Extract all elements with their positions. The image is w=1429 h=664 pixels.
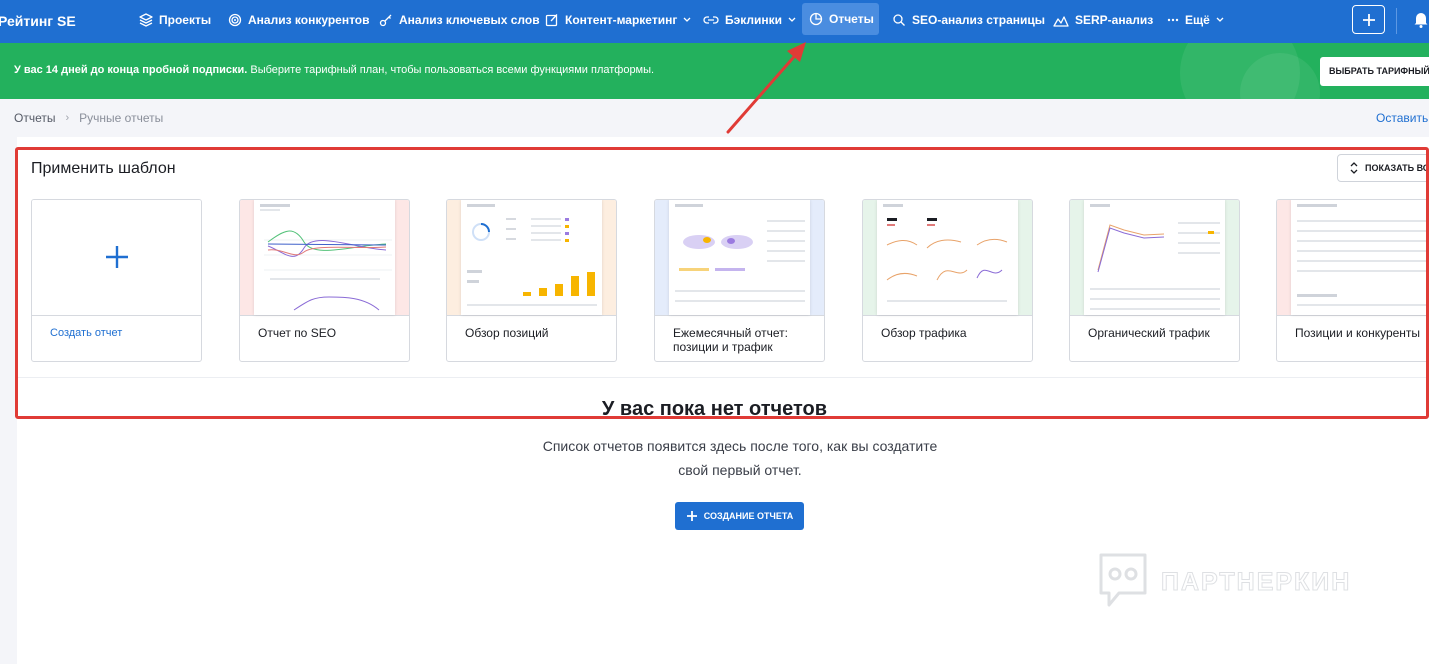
chevron-down-icon — [788, 17, 796, 22]
nav-item-label: Анализ конкурентов — [248, 13, 370, 27]
watermark: ПАРТНЕРКИН — [1095, 551, 1351, 613]
chevron-down-icon — [683, 17, 691, 22]
nav-item-seo-audit[interactable]: SEO-анализ страницы — [885, 5, 1052, 35]
top-navigation: Рейтинг SE Проекты Анализ конкурентов Ан… — [0, 0, 1429, 43]
nav-item-label: Проекты — [159, 13, 212, 27]
chevron-down-icon — [1216, 17, 1224, 22]
create-report-button[interactable]: СОЗДАНИЕ ОТЧЕТА — [675, 502, 804, 530]
watermark-logo — [1099, 553, 1147, 607]
nav-item-label: Контент-маркетинг — [565, 13, 678, 27]
nav-item-backlinks[interactable]: Бэклинки — [696, 5, 803, 35]
layers-icon — [139, 13, 153, 27]
template-card-label: Органический трафик — [1088, 326, 1210, 340]
chart-preview — [675, 204, 805, 302]
chart-preview — [1090, 204, 1220, 310]
nav-divider — [1396, 8, 1397, 34]
chevron-right-icon: › — [65, 112, 70, 124]
template-card-seo-report[interactable]: Отчет по SEO — [239, 199, 410, 362]
nav-item-competitors[interactable]: Анализ конкурентов — [221, 5, 377, 35]
search-icon — [893, 14, 905, 26]
report-preview — [1291, 200, 1429, 315]
trial-cta-text: Выберите тарифный план, чтобы пользовать… — [247, 64, 655, 76]
nav-item-content-marketing[interactable]: Контент-маркетинг — [538, 5, 698, 35]
create-report-label: СОЗДАНИЕ ОТЧЕТА — [703, 511, 794, 521]
template-card-organic[interactable]: Органический трафик — [1069, 199, 1240, 362]
breadcrumb-reports[interactable]: Отчеты — [14, 111, 55, 125]
card-thumbnail — [240, 200, 409, 316]
plus-icon — [686, 511, 697, 521]
card-thumbnail — [1070, 200, 1239, 316]
trial-banner-text: У вас 14 дней до конца пробной подписки.… — [14, 64, 654, 76]
nav-item-label: Отчеты — [829, 12, 874, 26]
template-card-label: Отчет по SEO — [258, 326, 337, 340]
card-thumbnail — [655, 200, 824, 316]
template-card-positions[interactable]: Обзор позиций — [446, 199, 617, 362]
choose-plan-button[interactable]: ВЫБРАТЬ ТАРИФНЫЙ ПЛАН — [1320, 57, 1429, 86]
template-card-label: Обзор позиций — [465, 326, 549, 340]
chart-preview — [467, 204, 597, 306]
nav-item-label: Ещё — [1185, 13, 1210, 27]
add-button[interactable] — [1352, 5, 1385, 34]
nav-item-label: SERP-анализ — [1075, 13, 1154, 27]
nav-item-more[interactable]: Ещё — [1160, 5, 1231, 35]
show-all-label: ПОКАЗАТЬ ВСЕ — [1365, 163, 1429, 173]
nav-item-label: Анализ ключевых слов — [399, 13, 540, 27]
report-preview — [1084, 200, 1225, 315]
report-preview — [877, 200, 1018, 315]
template-card-label: Обзор трафика — [881, 326, 967, 340]
plus-icon — [1362, 13, 1375, 26]
template-card-competitors[interactable]: Позиции и конкуренты — [1276, 199, 1429, 362]
template-card-monthly[interactable]: Ежемесячный отчет: позиции и трафик — [654, 199, 825, 362]
expand-icon — [1350, 162, 1358, 174]
brand-logo[interactable]: Рейтинг SE — [0, 0, 76, 43]
nav-item-projects[interactable]: Проекты — [132, 5, 218, 35]
nav-item-reports[interactable]: Отчеты — [802, 3, 879, 35]
target-icon — [228, 13, 242, 27]
edit-icon — [545, 14, 558, 27]
template-card-traffic[interactable]: Обзор трафика — [862, 199, 1033, 362]
card-thumbnail — [863, 200, 1032, 316]
card-thumbnail — [1277, 200, 1429, 316]
template-card-label: Создать отчет — [50, 327, 123, 339]
nav-item-label: Бэклинки — [725, 13, 783, 27]
chart-preview — [1297, 204, 1427, 306]
report-preview — [461, 200, 602, 315]
link-icon — [703, 16, 719, 24]
mountain-chart-icon — [1053, 16, 1069, 27]
nav-item-label: SEO-анализ страницы — [912, 13, 1046, 27]
breadcrumb-manual-reports: Ручные отчеты — [79, 111, 164, 125]
template-section-title: Применить шаблон — [31, 160, 176, 177]
template-card-label: Ежемесячный отчет: позиции и трафик — [673, 326, 788, 354]
pie-chart-icon — [809, 12, 823, 26]
chart-preview — [260, 204, 392, 311]
trial-days-text: У вас 14 дней до конца пробной подписки. — [14, 64, 248, 76]
empty-state-description: Список отчетов появится здесь после того… — [542, 438, 938, 478]
empty-state-title: У вас пока нет отчетов — [601, 398, 828, 420]
card-thumbnail — [32, 200, 201, 316]
trial-banner: У вас 14 дней до конца пробной подписки.… — [0, 43, 1429, 99]
bell-icon — [1414, 13, 1428, 28]
feedback-link[interactable]: Оставить отзыв — [1376, 111, 1429, 125]
more-icon — [1167, 18, 1179, 22]
nav-item-serp[interactable]: SERP-анализ — [1046, 5, 1160, 35]
chart-preview — [883, 204, 1008, 302]
plus-icon — [106, 246, 128, 268]
card-thumbnail — [447, 200, 616, 316]
watermark-text: ПАРТНЕРКИН — [1160, 567, 1352, 596]
template-card-create[interactable]: Создать отчет — [31, 199, 202, 362]
key-icon — [379, 14, 392, 27]
show-all-button[interactable]: ПОКАЗАТЬ ВСЕ — [1337, 154, 1429, 182]
notifications-button[interactable] — [1413, 10, 1429, 33]
template-card-label: Позиции и конкуренты — [1295, 326, 1421, 340]
report-preview — [254, 200, 395, 315]
nav-item-keywords[interactable]: Анализ ключевых слов — [372, 5, 547, 35]
breadcrumb: Отчеты › Ручные отчеты — [14, 111, 163, 125]
report-preview — [669, 200, 810, 315]
